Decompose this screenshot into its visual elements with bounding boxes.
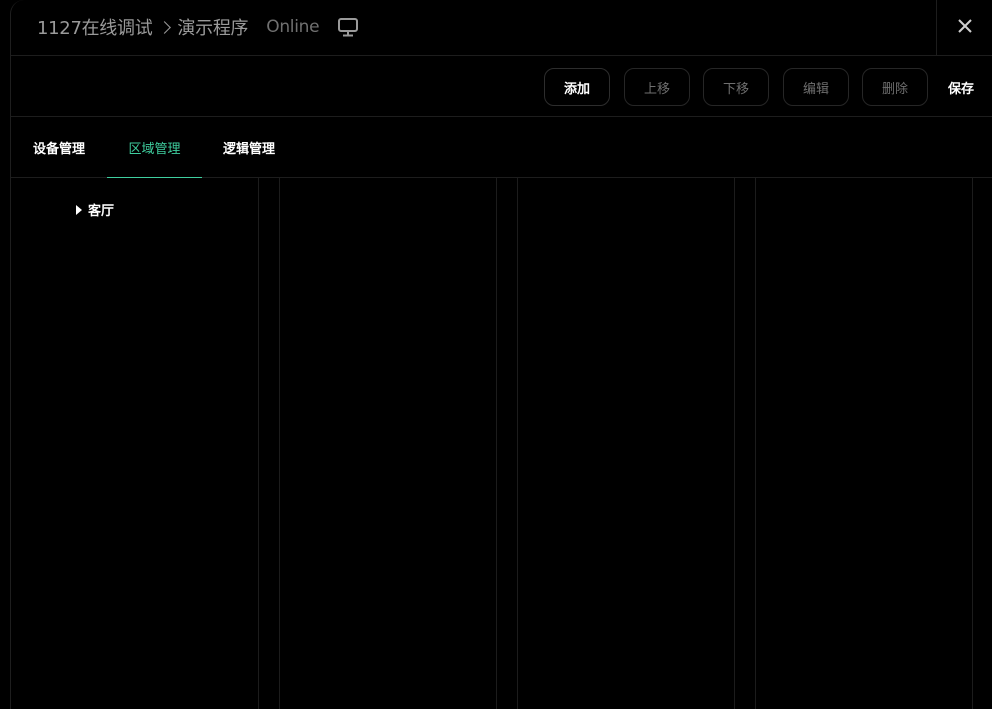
chevron-right-icon xyxy=(158,21,172,34)
status-label: Online xyxy=(266,17,320,37)
title-bar: 1127在线调试 演示程序 Online xyxy=(11,0,992,56)
close-icon xyxy=(957,18,973,38)
panel-divider xyxy=(279,178,280,709)
panel-divider xyxy=(258,178,259,709)
toolbar: 添加 上移 下移 编辑 删除 保存 xyxy=(11,56,992,117)
tab-bar: 设备管理 区域管理 逻辑管理 xyxy=(11,117,992,178)
panel-divider xyxy=(972,178,973,709)
tab-device-management[interactable]: 设备管理 xyxy=(19,117,99,178)
edit-button[interactable]: 编辑 xyxy=(783,68,849,106)
close-button[interactable] xyxy=(936,0,992,56)
tab-area-management[interactable]: 区域管理 xyxy=(107,117,202,178)
tree-item-label: 客厅 xyxy=(88,204,115,219)
caret-right-icon[interactable] xyxy=(76,204,82,215)
panel-divider xyxy=(734,178,735,709)
tab-logic-management[interactable]: 逻辑管理 xyxy=(209,117,289,178)
breadcrumb: 1127在线调试 演示程序 Online xyxy=(37,12,359,42)
tree-item-living-room[interactable]: 客厅 xyxy=(76,200,114,219)
panel-divider xyxy=(517,178,518,709)
panel-divider xyxy=(755,178,756,709)
save-button[interactable]: 保存 xyxy=(942,68,992,106)
add-button[interactable]: 添加 xyxy=(544,68,610,106)
breadcrumb-program: 演示程序 xyxy=(177,18,249,39)
move-up-button[interactable]: 上移 xyxy=(624,68,690,106)
breadcrumb-project[interactable]: 1127在线调试 xyxy=(37,14,153,40)
area-panels: 客厅 xyxy=(11,178,992,709)
monitor-icon[interactable] xyxy=(337,17,359,42)
app-window: 1127在线调试 演示程序 Online 添加 上移 下移 编辑 删除 保存 设… xyxy=(10,0,992,709)
delete-button[interactable]: 删除 xyxy=(862,68,928,106)
move-down-button[interactable]: 下移 xyxy=(703,68,769,106)
panel-divider xyxy=(496,178,497,709)
